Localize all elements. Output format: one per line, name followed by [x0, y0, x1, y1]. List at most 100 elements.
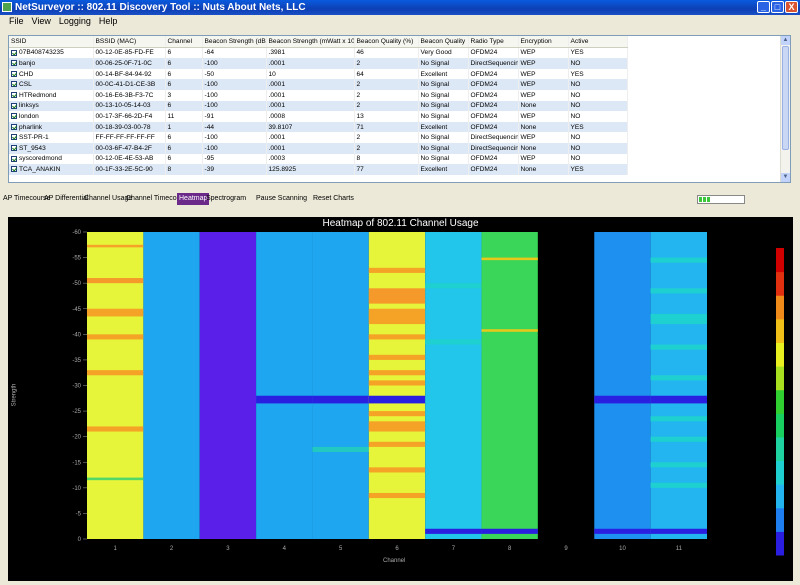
heatmap-band-ch1	[87, 244, 144, 248]
cell-active: NO	[568, 142, 628, 154]
cell-quality: No Signal	[418, 132, 469, 143]
menu-view[interactable]: View	[28, 15, 55, 28]
table-row[interactable]: CHD 00-14-BF-84-94-92 6 -50 10 64 Excellent OFD…	[9, 68, 628, 80]
row-checkbox[interactable]	[11, 134, 17, 141]
heatmap-panel: 1 2 3 4 5 6 7 8 9 10 11 -60 -55 -50 -45 -40 -35 -30 -25 -20…	[8, 217, 793, 581]
y-tick-label: -30	[72, 384, 81, 390]
col-header-ssid[interactable]: SSID	[9, 36, 94, 48]
tab-spectrogram[interactable]: Spectrogram	[206, 193, 246, 205]
cell-radio-type: OFDM24	[468, 111, 519, 122]
cell-active: YES	[568, 68, 628, 80]
cell-radio-type: DirectSequencing	[468, 58, 519, 69]
minimize-button[interactable]: _	[757, 1, 770, 13]
col-header-radio-type[interactable]: Radio Type	[468, 36, 519, 48]
cell-channel: 6	[165, 153, 203, 165]
pause-scanning-button[interactable]: Pause Scanning	[256, 193, 307, 205]
cell-ssid: ST_9543	[9, 142, 94, 154]
row-checkbox[interactable]	[11, 113, 17, 120]
heatmap-band-ch6	[368, 411, 426, 417]
maximize-button[interactable]: □	[771, 1, 784, 13]
tab-ap-differential[interactable]: AP Differential	[44, 193, 89, 205]
scroll-down-icon[interactable]: ▼	[781, 173, 790, 182]
cell-ssid: linksys	[9, 100, 94, 112]
col-header-quality-pct[interactable]: Beacon Quality (%)	[354, 36, 419, 48]
row-checkbox[interactable]	[11, 155, 17, 162]
tab-heatmap[interactable]: Heatmap	[177, 193, 210, 205]
heatmap-column-ch11	[650, 232, 707, 539]
color-scale-swatch	[776, 507, 784, 532]
scroll-thumb[interactable]	[782, 46, 789, 150]
x-tick-label: 2	[170, 546, 174, 552]
col-header-strength-mwatt[interactable]: Beacon Strength (mWatt x 10^6)	[266, 36, 355, 48]
row-checkbox[interactable]	[11, 49, 17, 56]
table-row[interactable]: HTRedmond 00-16-E6-3B-F3-7C 3 -100.0001 2 No …	[9, 89, 628, 101]
cell-bssid: 00-03-6F-47-B4-2F	[93, 142, 166, 154]
table-row[interactable]: pharlink 00-18-39-03-00-78 1 -44 39.8107 71 Ex…	[9, 121, 628, 133]
ssid-text: SST-PR-1	[19, 134, 49, 142]
col-header-channel[interactable]: Channel	[165, 36, 203, 48]
cell-strength-dbm: -39	[202, 164, 267, 175]
col-header-strength-dbm[interactable]: Beacon Strength (dBm)	[202, 36, 267, 48]
heatmap-band-ch6	[368, 267, 426, 273]
col-header-quality[interactable]: Beacon Quality	[418, 36, 469, 48]
cell-encryption: WEP	[518, 153, 569, 165]
table-row[interactable]: TCA_ANAKIN 00-1F-33-2E-5C-90 8 -39 125.8925 7…	[9, 164, 628, 175]
scan-progress-bar	[697, 195, 745, 204]
row-checkbox[interactable]	[11, 123, 17, 130]
cell-bssid: 00-0C-41-D1-CE-3B	[93, 79, 166, 90]
cell-radio-type: OFDM24	[468, 79, 519, 90]
table-row[interactable]: syscoredmond 00-12-0E-4E-53-AB 6 -95.0003 8 N…	[9, 153, 628, 165]
cell-encryption: WEP	[518, 132, 569, 143]
vertical-scrollbar[interactable]: ▲ ▼	[780, 36, 790, 182]
row-checkbox[interactable]	[11, 102, 17, 109]
menu-file[interactable]: File	[5, 15, 28, 28]
heatmap-band-ch11	[650, 288, 707, 294]
menu-logging[interactable]: Logging	[55, 15, 95, 28]
heatmap-band-ch6	[368, 467, 426, 473]
ssid-text: pharlink	[19, 123, 43, 131]
heatmap-band-ch11	[650, 528, 707, 534]
table-row[interactable]: 07B408743235 00-12-0E-85-FD-FE 6 -64.3981 46…	[9, 47, 628, 59]
row-checkbox[interactable]	[11, 166, 17, 173]
cell-ssid: TCA_ANAKIN	[9, 164, 94, 175]
table-row[interactable]: linksys 00-13-10-05-14-03 6 -100.0001 2 No Si…	[9, 100, 628, 112]
col-header-active[interactable]: Active	[568, 36, 628, 48]
heatmap-band-ch8	[481, 257, 538, 261]
ssid-text: CSL	[19, 81, 32, 89]
reset-charts-button[interactable]: Reset Charts	[313, 193, 354, 205]
heatmap-column-ch9	[537, 232, 595, 539]
cell-radio-type: OFDM24	[468, 100, 519, 112]
color-scale-swatch	[776, 342, 784, 367]
cell-ssid: london	[9, 111, 94, 122]
col-header-bssid[interactable]: BSSID (MAC)	[93, 36, 166, 48]
table-row[interactable]: ST_9543 00-03-6F-47-B4-2F 6 -100.0001 2 No Si…	[9, 142, 628, 154]
cell-ssid: SST-PR-1	[9, 132, 94, 143]
scroll-up-icon[interactable]: ▲	[781, 36, 790, 45]
table-row[interactable]: london 00-17-3F-66-2D-F4 11 -91.0008 13 No Si…	[9, 111, 628, 122]
heatmap-band-ch11	[650, 416, 707, 422]
row-checkbox[interactable]	[11, 70, 17, 77]
table-row[interactable]: banjo 00-06-25-0F-71-0C 6 -100.0001 2 No Sign…	[9, 58, 628, 69]
cell-quality-pct: 46	[354, 47, 419, 59]
color-scale-swatch	[776, 295, 784, 320]
col-header-encryption[interactable]: Encryption	[518, 36, 569, 48]
row-checkbox[interactable]	[11, 60, 17, 67]
heatmap-band-ch1	[87, 370, 144, 376]
cell-channel: 6	[165, 58, 203, 69]
menu-help[interactable]: Help	[95, 15, 122, 28]
close-button[interactable]: X	[785, 1, 798, 13]
table-row[interactable]: CSL 00-0C-41-D1-CE-3B 6 -100.0001 2 No Signal…	[9, 79, 628, 90]
heatmap-band-ch11	[650, 462, 707, 468]
ssid-text: ST_9543	[19, 144, 46, 152]
cell-active: NO	[568, 58, 628, 69]
table-row[interactable]: SST-PR-1 FF-FF-FF-FF-FF-FF 6 -100.0001 2 No S…	[9, 132, 628, 143]
heatmap-band-ch6	[368, 354, 426, 360]
cell-active: YES	[568, 47, 628, 59]
row-checkbox[interactable]	[11, 92, 17, 99]
x-tick-label: 6	[395, 546, 399, 552]
table-header-row: SSID BSSID (MAC) Channel Beacon Strength…	[9, 36, 628, 48]
heatmap-band-ch5	[312, 395, 369, 404]
row-checkbox[interactable]	[11, 144, 17, 151]
cell-strength-mwatt: .3981	[266, 47, 355, 59]
row-checkbox[interactable]	[11, 81, 17, 88]
